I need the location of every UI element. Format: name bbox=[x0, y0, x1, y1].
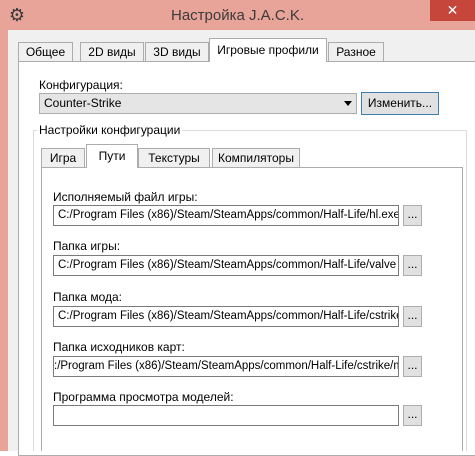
tab-2d-views[interactable]: 2D виды bbox=[80, 42, 144, 61]
model-viewer-input[interactable] bbox=[53, 405, 399, 426]
game-exe-input[interactable]: C:/Program Files (x86)/Steam/SteamApps/c… bbox=[53, 205, 399, 226]
settings-window: ⚙ Настройка J.A.C.K. ✕ Общее 2D виды 3D … bbox=[0, 0, 475, 456]
tab-misc[interactable]: Разное bbox=[328, 42, 384, 61]
main-tabs: Общее 2D виды 3D виды Игровые профили Ра… bbox=[8, 30, 475, 62]
config-label: Конфигурация: bbox=[39, 78, 123, 92]
game-exe-browse-button[interactable]: ... bbox=[403, 205, 422, 226]
mod-dir-input[interactable]: C:/Program Files (x86)/Steam/SteamApps/c… bbox=[53, 306, 399, 327]
tab-3d-views[interactable]: 3D виды bbox=[145, 42, 209, 61]
window-title: Настройка J.A.C.K. bbox=[170, 7, 305, 24]
tab-game-profiles[interactable]: Игровые профили bbox=[209, 38, 327, 62]
model-viewer-browse-button[interactable]: ... bbox=[403, 405, 422, 426]
mod-dir-browse-button[interactable]: ... bbox=[403, 306, 422, 327]
subtab-compilers[interactable]: Компиляторы bbox=[212, 148, 300, 167]
change-config-button[interactable]: Изменить... bbox=[361, 92, 439, 115]
map-src-dir-input[interactable]: :/Program Files (x86)/Steam/SteamApps/co… bbox=[53, 356, 399, 377]
subtab-textures[interactable]: Текстуры bbox=[138, 148, 210, 167]
chevron-down-icon bbox=[344, 101, 352, 106]
subtab-paths[interactable]: Пути bbox=[86, 144, 138, 168]
close-button[interactable]: ✕ bbox=[430, 0, 475, 21]
subtab-game[interactable]: Игра bbox=[41, 148, 85, 167]
game-dir-label: Папка игры: bbox=[53, 239, 121, 253]
mod-dir-label: Папка мода: bbox=[53, 290, 122, 304]
game-dir-input[interactable]: C:/Program Files (x86)/Steam/SteamApps/c… bbox=[53, 255, 399, 276]
title-bar[interactable]: ⚙ Настройка J.A.C.K. ✕ bbox=[0, 0, 475, 30]
config-settings-title: Настройки конфигурации bbox=[37, 123, 183, 137]
game-exe-label: Исполняемый файл игры: bbox=[53, 190, 198, 204]
tab-general[interactable]: Общее bbox=[18, 42, 73, 61]
map-src-dir-label: Папка исходников карт: bbox=[53, 340, 185, 354]
config-select-value: Counter-Strike bbox=[44, 96, 122, 110]
model-viewer-label: Программа просмотра моделей: bbox=[53, 390, 234, 404]
game-dir-browse-button[interactable]: ... bbox=[403, 255, 422, 276]
config-select[interactable]: Counter-Strike bbox=[39, 93, 357, 114]
map-src-dir-browse-button[interactable]: ... bbox=[403, 356, 422, 377]
